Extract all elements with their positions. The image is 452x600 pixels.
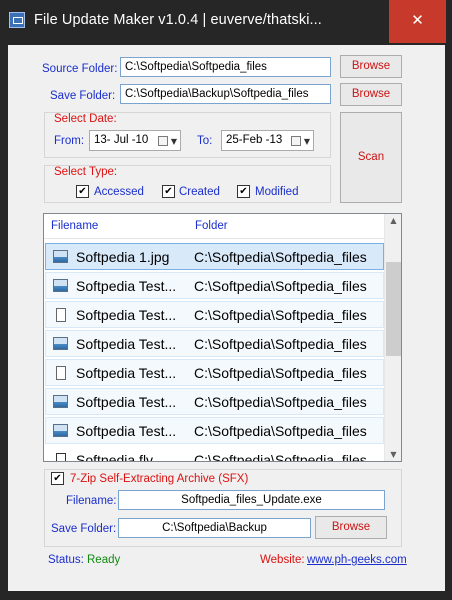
window-title: File Update Maker v1.0.4 | euverve/thats… <box>34 12 322 28</box>
modified-checkbox[interactable]: ✔ <box>237 185 250 198</box>
status-value: Ready <box>87 554 121 566</box>
scrollbar-thumb[interactable] <box>386 262 401 356</box>
file-folder: C:\Softpedia\Softpedia_files <box>194 249 367 265</box>
sfx-save-folder-input[interactable]: C:\Softpedia\Backup <box>118 518 311 538</box>
blank-file-icon <box>56 453 66 461</box>
file-name: Softpedia Test... <box>76 336 177 352</box>
file-folder: C:\Softpedia\Softpedia_files <box>194 278 367 294</box>
file-name: Softpedia Test... <box>76 394 177 410</box>
file-name: Softpedia Test... <box>76 423 177 439</box>
accessed-checkbox[interactable]: ✔ <box>76 185 89 198</box>
sfx-checkbox-label: 7-Zip Self-Extracting Archive (SFX) <box>70 473 249 485</box>
file-folder: C:\Softpedia\Softpedia_files <box>194 394 367 410</box>
document-file-icon <box>56 366 66 380</box>
scan-button[interactable]: Scan <box>340 112 402 203</box>
image-file-icon <box>53 424 68 437</box>
from-label: From: <box>54 135 85 147</box>
close-icon: ✕ <box>411 11 424 29</box>
accessed-label: Accessed <box>94 186 144 198</box>
app-icon[interactable] <box>9 12 25 28</box>
table-row[interactable]: Softpedia.flv C:\Softpedia\Softpedia_fil… <box>45 446 384 462</box>
table-row[interactable]: Softpedia Test... C:\Softpedia\Softpedia… <box>45 417 384 444</box>
sfx-browse-button[interactable]: Browse <box>315 516 387 539</box>
table-row[interactable]: Softpedia Test... C:\Softpedia\Softpedia… <box>45 272 384 299</box>
to-date-picker[interactable]: 25-Feb -13 ▼ <box>221 130 314 151</box>
file-name: Softpedia 1.jpg <box>76 249 170 265</box>
status-label: Status: <box>48 554 84 566</box>
image-file-icon <box>53 250 68 263</box>
sfx-checkbox[interactable]: ✔ <box>51 472 64 485</box>
to-date-value: 25-Feb -13 <box>226 134 283 146</box>
table-row[interactable]: Softpedia Test... C:\Softpedia\Softpedia… <box>45 330 384 357</box>
sfx-save-folder-label: Save Folder: <box>51 523 117 535</box>
file-name: Softpedia Test... <box>76 307 177 323</box>
select-date-title: Select Date: <box>54 113 117 125</box>
scroll-up-icon[interactable]: ▲ <box>385 216 401 225</box>
from-date-value: 13- Jul -10 <box>94 134 149 146</box>
save-browse-button[interactable]: Browse <box>340 83 402 106</box>
modified-label: Modified <box>255 186 299 198</box>
table-row[interactable]: Softpedia Test... C:\Softpedia\Softpedia… <box>45 388 384 415</box>
image-file-icon <box>53 279 68 292</box>
title-bar[interactable]: File Update Maker v1.0.4 | euverve/thats… <box>0 0 452 44</box>
calendar-icon <box>291 136 301 146</box>
chevron-down-icon: ▼ <box>303 137 310 146</box>
image-file-icon <box>53 337 68 350</box>
client-area: Source Folder: C:\Softpedia\Softpedia_fi… <box>8 45 445 591</box>
website-label: Website: <box>260 554 305 566</box>
file-folder: C:\Softpedia\Softpedia_files <box>194 336 367 352</box>
table-row[interactable]: Softpedia Test... C:\Softpedia\Softpedia… <box>45 301 384 328</box>
sfx-filename-label: Filename: <box>66 495 117 507</box>
file-folder: C:\Softpedia\Softpedia_files <box>194 452 367 462</box>
source-folder-label: Source Folder: <box>42 63 118 75</box>
file-list[interactable]: Filename Folder Softpedia 1.jpg C:\Softp… <box>43 213 402 462</box>
to-label: To: <box>197 135 213 147</box>
column-header-folder[interactable]: Folder <box>195 220 228 232</box>
file-name: Softpedia.flv <box>76 452 154 462</box>
source-browse-button[interactable]: Browse <box>340 55 402 78</box>
source-folder-input[interactable]: C:\Softpedia\Softpedia_files <box>120 57 331 77</box>
image-file-icon <box>53 395 68 408</box>
save-folder-input[interactable]: C:\Softpedia\Backup\Softpedia_files <box>120 84 331 104</box>
from-date-picker[interactable]: 13- Jul -10 ▼ <box>89 130 181 151</box>
vertical-scrollbar[interactable]: ▲ ▼ <box>384 214 401 461</box>
select-type-title: Select Type: <box>54 166 118 178</box>
scroll-down-icon[interactable]: ▼ <box>385 450 401 459</box>
file-folder: C:\Softpedia\Softpedia_files <box>194 307 367 323</box>
website-link[interactable]: www.ph-geeks.com <box>307 554 407 566</box>
document-file-icon <box>56 308 66 322</box>
app-window: File Update Maker v1.0.4 | euverve/thats… <box>0 0 452 600</box>
save-folder-label: Save Folder: <box>50 90 116 102</box>
column-header-filename[interactable]: Filename <box>51 220 98 232</box>
file-folder: C:\Softpedia\Softpedia_files <box>194 423 367 439</box>
file-name: Softpedia Test... <box>76 278 177 294</box>
table-row[interactable]: Softpedia Test... C:\Softpedia\Softpedia… <box>45 359 384 386</box>
created-checkbox[interactable]: ✔ <box>162 185 175 198</box>
created-label: Created <box>179 186 220 198</box>
table-row[interactable]: Softpedia 1.jpg C:\Softpedia\Softpedia_f… <box>45 243 384 270</box>
close-button[interactable]: ✕ <box>389 0 446 43</box>
file-name: Softpedia Test... <box>76 365 177 381</box>
sfx-filename-input[interactable]: Softpedia_files_Update.exe <box>118 490 385 510</box>
file-list-header: Filename Folder <box>44 214 401 239</box>
calendar-icon <box>158 136 168 146</box>
file-folder: C:\Softpedia\Softpedia_files <box>194 365 367 381</box>
chevron-down-icon: ▼ <box>170 137 177 146</box>
